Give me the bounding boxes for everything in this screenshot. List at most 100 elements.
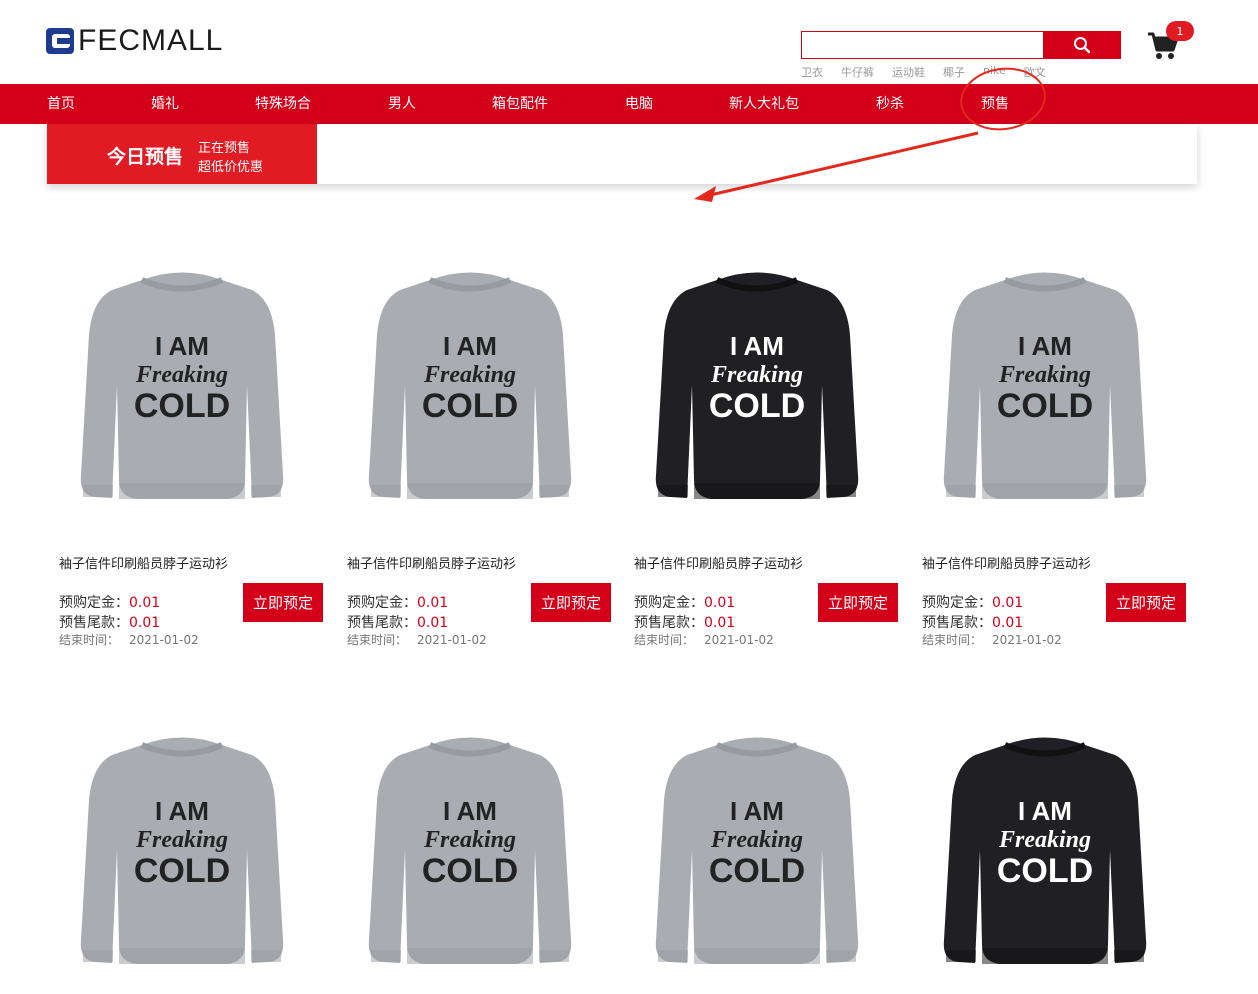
product-name[interactable]: 袖子信件印刷船员脖子运动衫 — [59, 553, 228, 572]
main-nav: 首页 婚礼 特殊场合 男人 箱包配件 电脑 新人大礼包 秒杀 预售 — [0, 84, 1258, 124]
final-label: 预售尾款： — [59, 615, 129, 631]
presale-title: 今日预售 — [107, 146, 184, 168]
product-name[interactable]: 袖子信件印刷船员脖子运动衫 — [634, 553, 803, 572]
reserve-now-button[interactable]: 立即预定 — [818, 583, 898, 622]
shirt-print-line2: Freaking — [423, 362, 516, 388]
nav-item-flash-sale[interactable]: 秒杀 — [876, 84, 904, 124]
end-time-label: 结束时间： — [634, 633, 695, 647]
shirt-print-line3: COLD — [422, 387, 518, 425]
nav-item-presale[interactable]: 预售 — [981, 84, 1009, 124]
product-image[interactable]: I AM Freaking COLD — [622, 720, 892, 990]
shirt-print-line2: Freaking — [423, 827, 516, 853]
end-time-value: 2021-01-02 — [704, 633, 774, 647]
shirt-print-line3: COLD — [709, 387, 805, 425]
end-time-label: 结束时间： — [59, 633, 120, 647]
nav-item-computer[interactable]: 电脑 — [625, 84, 653, 124]
shirt-print-line3: COLD — [997, 387, 1093, 425]
search-icon — [1073, 37, 1090, 54]
shirt-print-line2: Freaking — [998, 362, 1091, 388]
shirt-print-line2: Freaking — [135, 827, 228, 853]
deposit-price-row: 预购定金：0.01 — [922, 592, 1023, 612]
final-price-row: 预售尾款：0.01 — [634, 612, 735, 632]
final-label: 预售尾款： — [634, 615, 704, 631]
shirt-print-line3: COLD — [134, 852, 230, 890]
reserve-now-button[interactable]: 立即预定 — [531, 583, 611, 622]
hot-word-link[interactable]: 欧文 — [1024, 64, 1046, 80]
sweatshirt-image: I AM Freaking COLD — [943, 737, 1147, 964]
sweatshirt-image: I AM Freaking COLD — [368, 272, 572, 499]
product-image[interactable]: I AM Freaking COLD — [910, 720, 1180, 990]
shirt-print-line3: COLD — [709, 852, 805, 890]
nav-item-home[interactable]: 首页 — [47, 84, 75, 124]
deposit-value: 0.01 — [704, 595, 736, 611]
shirt-print-line2: Freaking — [710, 827, 803, 853]
hot-word-link[interactable]: nike — [983, 64, 1006, 80]
site-header: FECMALL 卫衣 牛仔裤 运动鞋 椰子 nike 欧文 1 — [0, 0, 1258, 84]
product-image[interactable]: I AM Freaking COLD — [47, 255, 317, 525]
sweatshirt-image: I AM Freaking COLD — [80, 737, 284, 964]
shirt-print-line2: Freaking — [135, 362, 228, 388]
shirt-print-line3: COLD — [134, 387, 230, 425]
sweatshirt-image: I AM Freaking COLD — [80, 272, 284, 499]
reserve-now-button[interactable]: 立即预定 — [1106, 583, 1186, 622]
product-image[interactable]: I AM Freaking COLD — [335, 255, 605, 525]
deposit-value: 0.01 — [129, 595, 161, 611]
shirt-print-line1: I AM — [730, 331, 784, 361]
deposit-price-row: 预购定金：0.01 — [59, 592, 160, 612]
sweatshirt-image: I AM Freaking COLD — [655, 272, 859, 499]
presale-banner: 今日预售 正在预售 超低价优惠 — [47, 124, 1197, 184]
annotation-arrow-head — [694, 186, 716, 202]
shirt-print-line2: Freaking — [998, 827, 1091, 853]
nav-item-newcomer-pack[interactable]: 新人大礼包 — [729, 84, 799, 124]
shirt-print-line1: I AM — [730, 796, 784, 826]
final-price-row: 预售尾款：0.01 — [922, 612, 1023, 632]
final-value: 0.01 — [129, 615, 161, 631]
sweatshirt-image: I AM Freaking COLD — [655, 737, 859, 964]
end-time-label: 结束时间： — [922, 633, 983, 647]
shirt-print-line1: I AM — [1018, 331, 1072, 361]
shirt-print-line3: COLD — [997, 852, 1093, 890]
hot-word-link[interactable]: 运动鞋 — [892, 64, 925, 80]
product-name[interactable]: 袖子信件印刷船员脖子运动衫 — [922, 553, 1091, 572]
logo-text: FECMALL — [78, 24, 224, 57]
end-time-row: 结束时间： 2021-01-02 — [347, 631, 487, 648]
hot-word-link[interactable]: 卫衣 — [801, 64, 823, 80]
hot-word-link[interactable]: 牛仔裤 — [841, 64, 874, 80]
reserve-now-button[interactable]: 立即预定 — [243, 583, 323, 622]
product-image[interactable]: I AM Freaking COLD — [910, 255, 1180, 525]
shirt-print-line1: I AM — [443, 331, 497, 361]
end-time-value: 2021-01-02 — [129, 633, 199, 647]
shirt-print-line1: I AM — [443, 796, 497, 826]
nav-item-wedding[interactable]: 婚礼 — [151, 84, 179, 124]
shirt-print-line1: I AM — [155, 331, 209, 361]
hot-word-link[interactable]: 椰子 — [943, 64, 965, 80]
product-image[interactable]: I AM Freaking COLD — [622, 255, 892, 525]
product-name[interactable]: 袖子信件印刷船员脖子运动衫 — [347, 553, 516, 572]
site-logo[interactable]: FECMALL — [46, 24, 224, 57]
final-value: 0.01 — [704, 615, 736, 631]
presale-subtitle: 超低价优惠 — [198, 160, 264, 175]
product-image[interactable]: I AM Freaking COLD — [47, 720, 317, 990]
final-price-row: 预售尾款：0.01 — [59, 612, 160, 632]
deposit-price-row: 预购定金：0.01 — [634, 592, 735, 612]
shirt-print-line3: COLD — [422, 852, 518, 890]
end-time-label: 结束时间： — [347, 633, 408, 647]
cart-count-badge: 1 — [1166, 21, 1194, 41]
final-label: 预售尾款： — [347, 615, 417, 631]
deposit-label: 预购定金： — [59, 595, 129, 611]
deposit-value: 0.01 — [417, 595, 449, 611]
product-image[interactable]: I AM Freaking COLD — [335, 720, 605, 990]
nav-item-men[interactable]: 男人 — [388, 84, 416, 124]
search-bar — [801, 31, 1121, 59]
search-input[interactable] — [802, 32, 1043, 58]
nav-item-bags-accessories[interactable]: 箱包配件 — [492, 84, 548, 124]
shirt-print-line2: Freaking — [710, 362, 803, 388]
deposit-value: 0.01 — [992, 595, 1024, 611]
deposit-label: 预购定金： — [922, 595, 992, 611]
search-button[interactable] — [1043, 32, 1120, 58]
presale-label-block[interactable]: 今日预售 正在预售 超低价优惠 — [47, 124, 317, 184]
deposit-label: 预购定金： — [347, 595, 417, 611]
end-time-value: 2021-01-02 — [992, 633, 1062, 647]
shirt-print-line1: I AM — [155, 796, 209, 826]
nav-item-special-occasion[interactable]: 特殊场合 — [255, 84, 311, 124]
